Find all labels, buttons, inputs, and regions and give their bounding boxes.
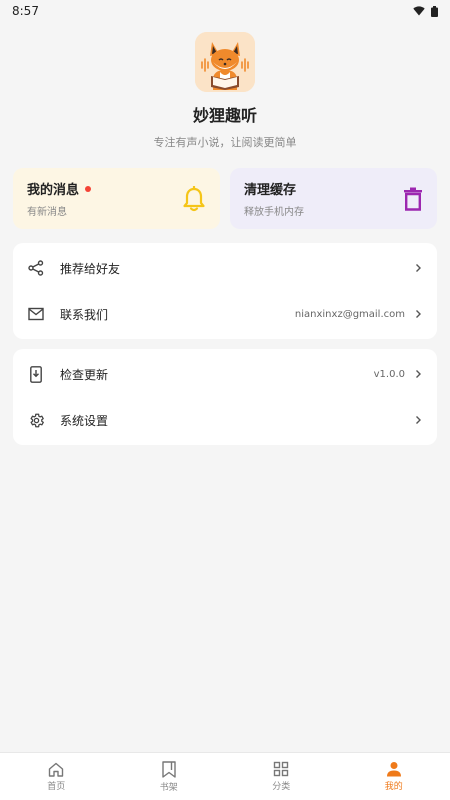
chevron-right-icon — [416, 416, 421, 424]
home-icon — [49, 762, 64, 777]
contact-us-row[interactable]: 联系我们 nianxinxz@gmail.com — [13, 291, 437, 337]
system-settings-row[interactable]: 系统设置 — [13, 397, 437, 443]
row-label: 联系我们 — [60, 307, 109, 322]
wifi-icon — [413, 6, 425, 16]
mail-icon — [27, 305, 45, 323]
tab-label: 书架 — [159, 782, 178, 793]
tab-label: 我的 — [384, 782, 403, 792]
app-version: v1.0.0 — [373, 368, 405, 380]
person-icon — [386, 762, 401, 777]
my-messages-card[interactable]: 我的消息 有新消息 — [13, 168, 220, 229]
status-bar: 8:57 — [0, 0, 450, 22]
tab-category[interactable]: 分类 — [225, 753, 338, 800]
row-label: 系统设置 — [60, 413, 109, 428]
recommend-friends-row[interactable]: 推荐给好友 — [13, 245, 437, 291]
row-label: 检查更新 — [60, 367, 109, 382]
phone-download-icon — [27, 365, 45, 383]
app-slogan: 专注有声小说，让阅读更简单 — [153, 136, 297, 149]
card-text: 我的消息 有新消息 — [27, 179, 92, 218]
card-subtitle: 释放手机内存 — [244, 207, 304, 218]
chevron-right-icon — [416, 264, 421, 272]
tab-mine[interactable]: 我的 — [338, 753, 450, 800]
unread-dot — [85, 185, 92, 192]
tab-label: 首页 — [47, 781, 66, 792]
card-title: 清理缓存 — [244, 183, 297, 198]
clear-cache-card[interactable]: 清理缓存 释放手机内存 — [230, 168, 437, 229]
grid-icon — [274, 761, 289, 777]
card-subtitle: 有新消息 — [27, 207, 67, 218]
chevron-right-icon — [416, 310, 421, 318]
trash-icon — [404, 187, 422, 211]
chevron-right-icon — [416, 370, 421, 378]
bookmark-icon — [162, 760, 176, 778]
share-icon — [27, 259, 45, 277]
menu-group-share-contact: 推荐给好友 联系我们 nianxinxz@gmail.com — [13, 243, 437, 339]
battery-icon — [431, 5, 438, 17]
tab-home[interactable]: 首页 — [0, 753, 113, 800]
status-icons — [413, 5, 438, 17]
app-header: 妙狸趣听 专注有声小说，让阅读更简单 — [0, 22, 450, 150]
gear-icon — [27, 411, 45, 429]
tab-label: 分类 — [272, 782, 291, 792]
card-text: 清理缓存 释放手机内存 — [244, 179, 304, 218]
bottom-tab-bar: 首页 书架 分类 我的 — [0, 752, 450, 800]
card-title: 我的消息 — [27, 179, 92, 198]
status-time: 8:57 — [12, 4, 39, 18]
quick-cards: 我的消息 有新消息 清理缓存 释放手机内存 — [0, 168, 450, 229]
contact-email: nianxinxz@gmail.com — [294, 308, 405, 320]
row-label: 推荐给好友 — [60, 261, 121, 276]
tab-bookshelf[interactable]: 书架 — [113, 753, 226, 800]
check-update-row[interactable]: 检查更新 v1.0.0 — [13, 351, 437, 397]
menu-group-update-settings: 检查更新 v1.0.0 系统设置 — [13, 349, 437, 445]
bell-icon — [183, 185, 205, 211]
fox-reading-logo — [195, 32, 255, 92]
app-name: 妙狸趣听 — [192, 106, 257, 125]
card-title-text: 我的消息 — [27, 183, 80, 198]
